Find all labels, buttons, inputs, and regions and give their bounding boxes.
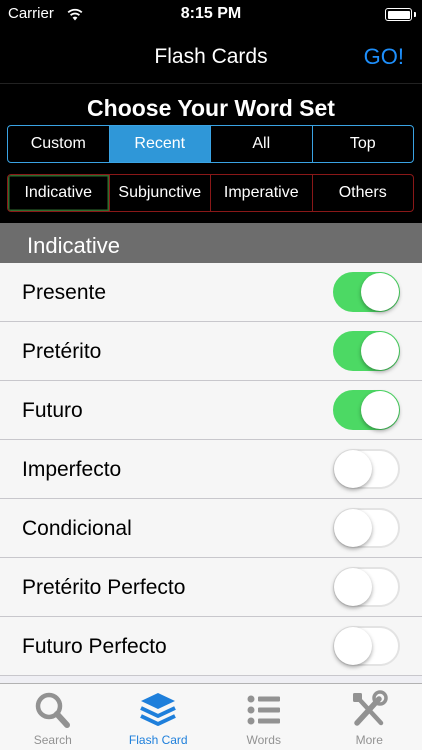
page-title: Flash Cards <box>154 45 268 68</box>
tab-words[interactable]: Words <box>211 684 317 750</box>
tense-label: Futuro Perfecto <box>22 635 167 658</box>
battery-icon <box>385 8 412 21</box>
segment-recent[interactable]: Recent <box>109 126 211 162</box>
tense-row-presente: Presente <box>0 263 422 322</box>
toggle-futuro[interactable] <box>333 390 400 430</box>
stack-icon <box>140 693 177 726</box>
tense-row-imperfecto: Imperfecto <box>0 440 422 499</box>
mood-subjunctive[interactable]: Subjunctive <box>110 175 211 211</box>
toggle-knob <box>361 332 399 370</box>
tense-label: Pretérito Perfecto <box>22 576 186 599</box>
tense-row-condicional: Condicional <box>0 499 422 558</box>
section-title: Indicative <box>27 233 120 258</box>
tab-label: Flash Card <box>128 733 188 747</box>
toggle-preterito-perfecto[interactable] <box>333 567 400 607</box>
toggle-futuro-perfecto[interactable] <box>333 626 400 666</box>
toggle-preterito[interactable] <box>333 331 400 371</box>
tense-label: Futuro <box>22 399 83 422</box>
search-icon <box>35 692 70 728</box>
toggle-knob <box>361 273 399 311</box>
navigation-bar: Flash Cards GO! <box>0 30 422 84</box>
toggle-presente[interactable] <box>333 272 400 312</box>
toggle-knob <box>334 627 372 665</box>
segment-top[interactable]: Top <box>313 126 414 162</box>
word-set-chooser: Choose Your Word Set Custom Recent All T… <box>0 85 422 223</box>
segment-all[interactable]: All <box>211 126 313 162</box>
status-bar: Carrier 8:15 PM <box>0 0 422 30</box>
tab-label: More <box>355 733 383 747</box>
chooser-title: Choose Your Word Set <box>87 95 335 121</box>
tab-more[interactable]: More <box>317 684 422 750</box>
tab-flash-card[interactable]: Flash Card <box>106 684 212 750</box>
mood-imperative[interactable]: Imperative <box>211 175 313 211</box>
tense-label: Condicional <box>22 517 132 540</box>
toggle-imperfecto[interactable] <box>333 449 400 489</box>
tab-label: Search <box>33 733 72 747</box>
segment-custom[interactable]: Custom <box>8 126 110 162</box>
section-header: Indicative <box>0 223 422 263</box>
tense-label: Pretérito <box>22 340 102 363</box>
tense-row-preterito: Pretérito <box>0 322 422 381</box>
toggle-knob <box>334 509 372 547</box>
tense-row-futuro-perfecto: Futuro Perfecto <box>0 617 422 676</box>
status-time: 8:15 PM <box>180 5 242 22</box>
toggle-knob <box>334 450 372 488</box>
mood-segmented-control: Indicative Subjunctive Imperative Others <box>7 174 414 212</box>
tense-row-preterito-perfecto: Pretérito Perfecto <box>0 558 422 617</box>
tense-label: Presente <box>22 281 107 304</box>
tools-icon <box>353 690 388 726</box>
word-set-segmented-control: Custom Recent All Top <box>7 125 414 163</box>
mood-indicative[interactable]: Indicative <box>8 175 110 211</box>
go-button[interactable]: GO! <box>364 44 404 70</box>
list-icon <box>247 695 280 725</box>
tab-label: Words <box>246 733 281 747</box>
mood-others[interactable]: Others <box>313 175 414 211</box>
tense-label: Imperfecto <box>22 458 122 481</box>
toggle-condicional[interactable] <box>333 508 400 548</box>
tab-search[interactable]: Search <box>0 684 106 750</box>
tense-list: Presente Pretérito Futuro Imperfecto Con… <box>0 263 422 683</box>
battery-tip <box>413 12 416 17</box>
tab-bar: Search Flash Card Words More <box>0 683 422 750</box>
tense-row-futuro: Futuro <box>0 381 422 440</box>
toggle-knob <box>334 568 372 606</box>
toggle-knob <box>361 391 399 429</box>
